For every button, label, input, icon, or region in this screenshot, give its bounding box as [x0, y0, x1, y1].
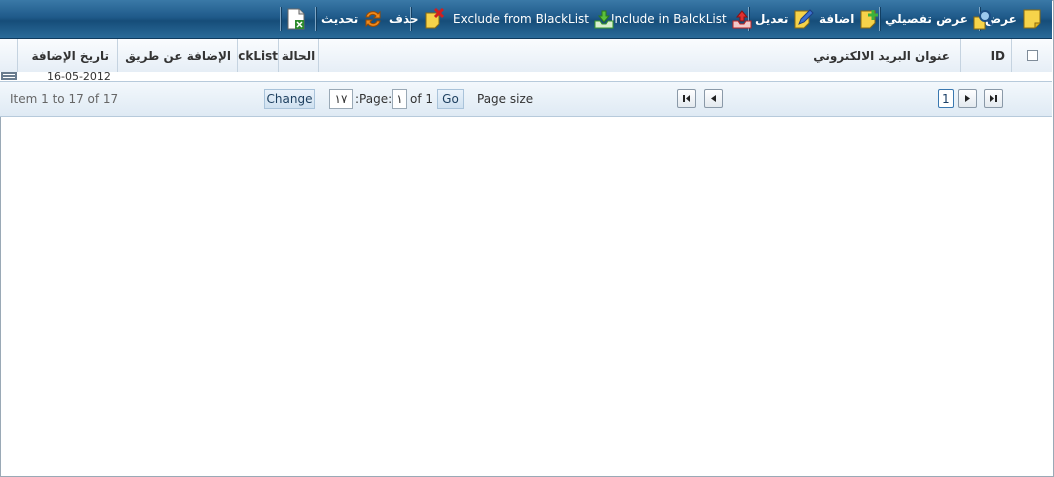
toolbar: عرض عرض تفصيلي اضافة تعديل Include in Ba… — [0, 0, 1052, 39]
add-button[interactable]: اضافة — [819, 0, 880, 38]
column-header-added-by-label: الإضافة عن طريق — [125, 48, 231, 63]
row-expand-icon[interactable] — [1, 72, 17, 80]
edit-label: تعديل — [755, 12, 789, 26]
include-blacklist-button[interactable]: Include in BalckList — [611, 0, 753, 38]
add-label: اضافة — [819, 12, 855, 26]
change-button[interactable]: Change — [264, 89, 315, 109]
details-label: عرض تفصيلي — [885, 12, 968, 26]
page-size-input[interactable]: ١٧ — [329, 89, 353, 109]
page-label: :Page: — [355, 92, 393, 106]
excel-icon — [285, 8, 307, 30]
inbox-up-icon — [731, 8, 753, 30]
page-count-label: of 1 — [410, 92, 434, 106]
go-button[interactable]: Go — [437, 89, 464, 109]
column-header-added-date[interactable]: تاريخ الإضافة — [17, 39, 117, 72]
first-page-button[interactable] — [677, 89, 696, 108]
select-all-cell — [1011, 39, 1052, 72]
next-page-icon — [965, 95, 970, 102]
details-button[interactable]: عرض تفصيلي — [885, 0, 994, 38]
refresh-label: تحديث — [321, 12, 359, 26]
column-header-id-label: ID — [990, 48, 1005, 63]
inbox-down-icon — [593, 8, 615, 30]
column-header-status-label: الحالة — [281, 48, 316, 63]
edit-button[interactable]: تعديل — [755, 0, 815, 38]
column-header-added-by[interactable]: الإضافة عن طريق — [117, 39, 237, 72]
column-header-blacklist-label: ckList — [238, 48, 278, 63]
prev-page-icon — [711, 95, 716, 102]
last-page-icon — [990, 95, 997, 102]
delete-icon — [423, 7, 445, 30]
toolbar-separator — [315, 7, 317, 31]
last-page-button[interactable] — [984, 89, 1003, 108]
column-header-id[interactable]: ID — [960, 39, 1011, 72]
page-size-label: Page size — [477, 92, 534, 106]
column-header-email-label: عنوان البريد الالكتروني — [813, 48, 950, 63]
column-header-added-date-label: تاريخ الإضافة — [31, 48, 109, 63]
exclude-blacklist-label: Exclude from BlackList — [453, 12, 590, 26]
page-input[interactable]: ١ — [392, 89, 407, 109]
select-all-checkbox[interactable] — [1026, 50, 1038, 61]
table-row[interactable]: 16-05-2012 — [0, 72, 1052, 81]
first-page-icon — [683, 95, 690, 102]
pager-bar: 1 Page size Go of 1 ١ :Page: ١٧ Change I… — [0, 81, 1052, 117]
toolbar-separator — [280, 7, 282, 31]
page-number-current[interactable]: 1 — [938, 89, 954, 108]
include-blacklist-label: Include in BalckList — [611, 12, 727, 26]
add-icon — [858, 8, 880, 30]
refresh-button[interactable]: تحديث — [321, 0, 384, 38]
column-header-blacklist[interactable]: ckList — [237, 39, 278, 72]
next-page-button[interactable] — [958, 89, 977, 108]
column-header-status[interactable]: الحالة — [278, 39, 318, 72]
export-excel-button[interactable] — [285, 0, 307, 38]
view-icon — [1021, 8, 1043, 30]
delete-label: حذف — [389, 12, 419, 26]
magnifier-icon — [972, 8, 994, 30]
edit-icon — [792, 8, 815, 30]
row-added-date: 16-05-2012 — [47, 72, 111, 81]
prev-page-button[interactable] — [704, 89, 723, 108]
item-summary: Item 1 to 17 of 17 — [10, 92, 119, 106]
refresh-icon — [362, 8, 384, 30]
column-header-email[interactable]: عنوان البريد الالكتروني — [318, 39, 960, 72]
delete-button[interactable]: حذف — [389, 0, 445, 38]
exclude-blacklist-button[interactable]: Exclude from BlackList — [453, 0, 615, 38]
grid-header: ID عنوان البريد الالكتروني الحالة ckList… — [0, 39, 1052, 73]
